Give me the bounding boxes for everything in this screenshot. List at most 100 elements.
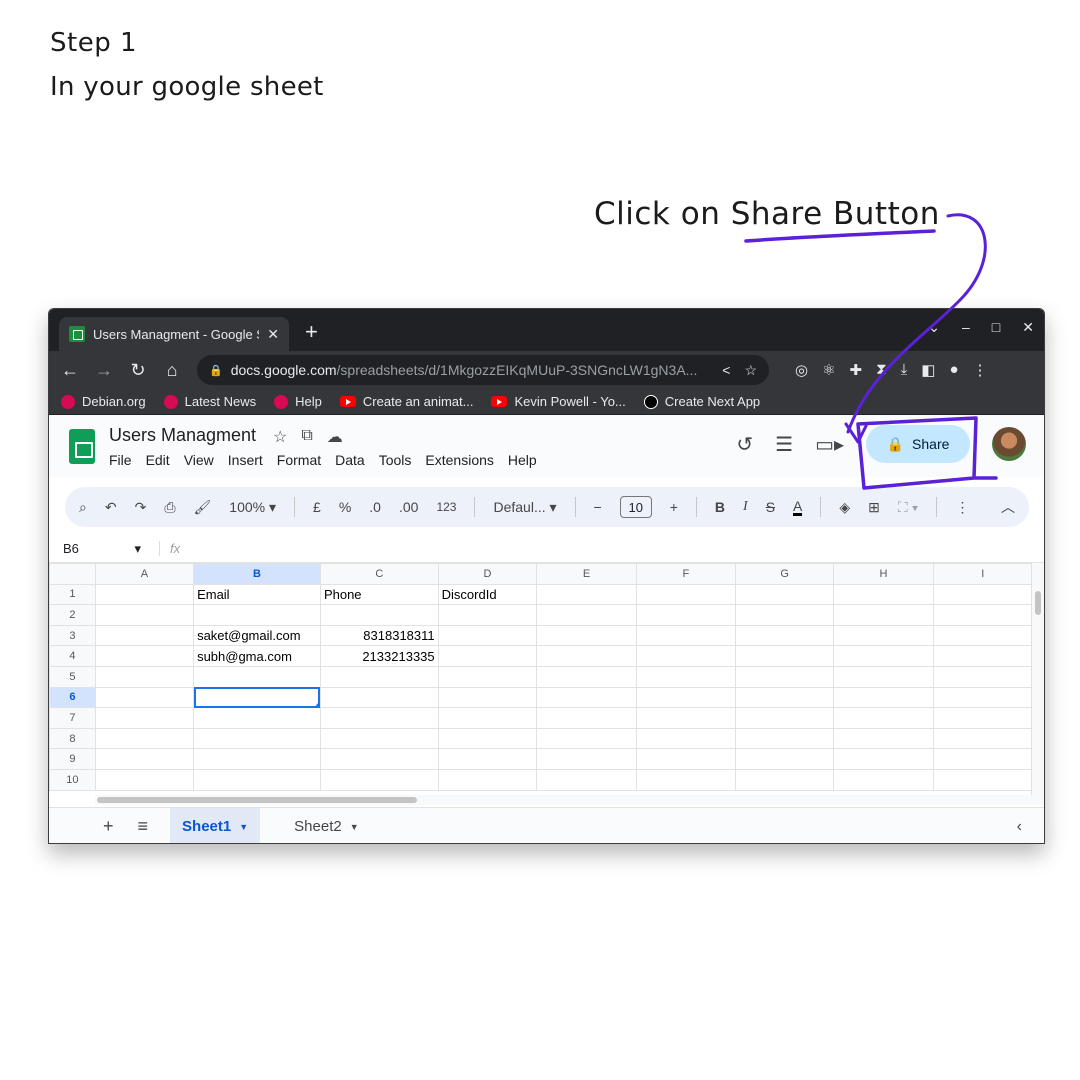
- cell[interactable]: [193, 768, 321, 791]
- cell[interactable]: [833, 604, 934, 626]
- cell[interactable]: [833, 583, 934, 606]
- currency-format-button[interactable]: £: [313, 499, 321, 515]
- zoom-select[interactable]: 100% ▾: [229, 499, 276, 516]
- column-header[interactable]: G: [734, 563, 835, 585]
- cell[interactable]: [193, 748, 321, 770]
- cell[interactable]: [734, 727, 835, 750]
- all-sheets-icon[interactable]: ≡: [138, 816, 149, 837]
- bookmark-kevin-powell[interactable]: Kevin Powell - Yo...: [491, 394, 626, 409]
- cell[interactable]: [734, 768, 835, 791]
- cell[interactable]: [734, 748, 835, 770]
- collapse-menus-icon[interactable]: ︿: [1001, 497, 1015, 517]
- cell[interactable]: [635, 583, 736, 606]
- fill-color-icon[interactable]: ◈: [839, 499, 850, 516]
- cell[interactable]: [319, 707, 439, 729]
- cell[interactable]: DiscordId: [437, 583, 538, 606]
- chevron-down-icon[interactable]: ▼: [350, 822, 359, 832]
- cell[interactable]: 8318318311: [319, 624, 439, 647]
- close-window-icon[interactable]: ✕: [1022, 319, 1034, 336]
- account-avatar[interactable]: [992, 427, 1026, 461]
- search-menus-icon[interactable]: ⌕: [79, 499, 87, 516]
- cell[interactable]: [319, 686, 439, 709]
- extension-target-icon[interactable]: ◎: [795, 361, 808, 379]
- cell[interactable]: [635, 727, 736, 750]
- font-select[interactable]: Defaul... ▾: [493, 499, 556, 516]
- cell[interactable]: [536, 707, 637, 729]
- cell[interactable]: [734, 665, 835, 688]
- chevron-down-icon[interactable]: ▼: [239, 822, 248, 832]
- print-icon[interactable]: ⎙: [164, 499, 175, 516]
- cell[interactable]: [536, 583, 637, 606]
- bookmark-help[interactable]: Help: [274, 394, 322, 409]
- star-icon[interactable]: ☆: [273, 427, 287, 447]
- cell[interactable]: [193, 707, 321, 729]
- decrease-decimal-button[interactable]: .0: [369, 499, 381, 515]
- extension-icon[interactable]: ⧗: [876, 361, 887, 379]
- cell[interactable]: subh@gma.com: [193, 645, 321, 667]
- undo-icon[interactable]: ↶: [105, 499, 117, 516]
- lock-icon[interactable]: 🔒: [209, 364, 223, 377]
- cell[interactable]: [932, 604, 1033, 626]
- cell[interactable]: [536, 748, 637, 770]
- tab-close-icon[interactable]: ✕: [267, 326, 279, 343]
- column-header[interactable]: C: [319, 563, 439, 585]
- url-bar[interactable]: 🔒 docs.google.com/spreadsheets/d/1Mkgozz…: [197, 355, 769, 385]
- cell[interactable]: [437, 768, 538, 791]
- column-header[interactable]: B: [193, 563, 321, 585]
- bold-icon[interactable]: B: [715, 499, 725, 515]
- comments-icon[interactable]: ☰: [775, 432, 793, 457]
- side-panel-icon[interactable]: ◧: [921, 361, 935, 379]
- select-all-corner[interactable]: [49, 563, 96, 585]
- cell[interactable]: [734, 645, 835, 667]
- download-icon[interactable]: ⤓: [901, 361, 908, 379]
- row-header[interactable]: 2: [49, 604, 96, 626]
- tab-search-icon[interactable]: ⌄: [928, 319, 940, 336]
- cell[interactable]: [536, 665, 637, 688]
- column-header[interactable]: A: [94, 563, 195, 585]
- cloud-saved-icon[interactable]: ☁: [327, 427, 343, 447]
- cell[interactable]: [734, 624, 835, 647]
- cell[interactable]: [536, 604, 637, 626]
- chrome-menu-icon[interactable]: ⋮: [973, 361, 988, 379]
- cell[interactable]: [437, 624, 538, 647]
- cell[interactable]: Phone: [319, 583, 439, 606]
- menu-data[interactable]: Data: [335, 452, 365, 468]
- cell[interactable]: [635, 768, 736, 791]
- cell[interactable]: [635, 748, 736, 770]
- cell[interactable]: [319, 748, 439, 770]
- cell[interactable]: [635, 624, 736, 647]
- collapse-side-panel-icon[interactable]: ‹: [1017, 818, 1022, 836]
- cell[interactable]: [833, 686, 934, 709]
- cell[interactable]: [932, 748, 1033, 770]
- new-tab-button[interactable]: +: [305, 319, 318, 345]
- cell[interactable]: [734, 707, 835, 729]
- cell[interactable]: [536, 686, 637, 709]
- cell[interactable]: [734, 686, 835, 709]
- cell[interactable]: [319, 604, 439, 626]
- row-header[interactable]: 6: [49, 686, 96, 709]
- cell[interactable]: [932, 583, 1033, 606]
- menu-edit[interactable]: Edit: [146, 452, 170, 468]
- cell[interactable]: Email: [193, 583, 321, 606]
- menu-help[interactable]: Help: [508, 452, 537, 468]
- maximize-icon[interactable]: □: [992, 319, 1000, 336]
- cell[interactable]: [94, 727, 195, 750]
- name-box[interactable]: B6 ▾: [63, 541, 147, 557]
- bookmark-create-animation[interactable]: Create an animat...: [339, 394, 473, 409]
- cell[interactable]: [833, 645, 934, 667]
- bookmark-create-next-app[interactable]: Create Next App: [643, 394, 760, 409]
- minimize-icon[interactable]: –: [962, 319, 970, 336]
- name-box-dropdown-icon[interactable]: ▾: [134, 541, 141, 557]
- cell[interactable]: [193, 665, 321, 688]
- cell[interactable]: [319, 727, 439, 750]
- cell[interactable]: [734, 604, 835, 626]
- vertical-scrollbar[interactable]: [1031, 563, 1044, 795]
- cell[interactable]: [193, 604, 321, 626]
- cell[interactable]: [94, 707, 195, 729]
- cell[interactable]: [94, 686, 195, 709]
- cell[interactable]: saket@gmail.com: [193, 624, 321, 647]
- cell[interactable]: [437, 604, 538, 626]
- column-header[interactable]: I: [932, 563, 1033, 585]
- cell[interactable]: [536, 727, 637, 750]
- move-folder-icon[interactable]: ⧉: [301, 427, 312, 447]
